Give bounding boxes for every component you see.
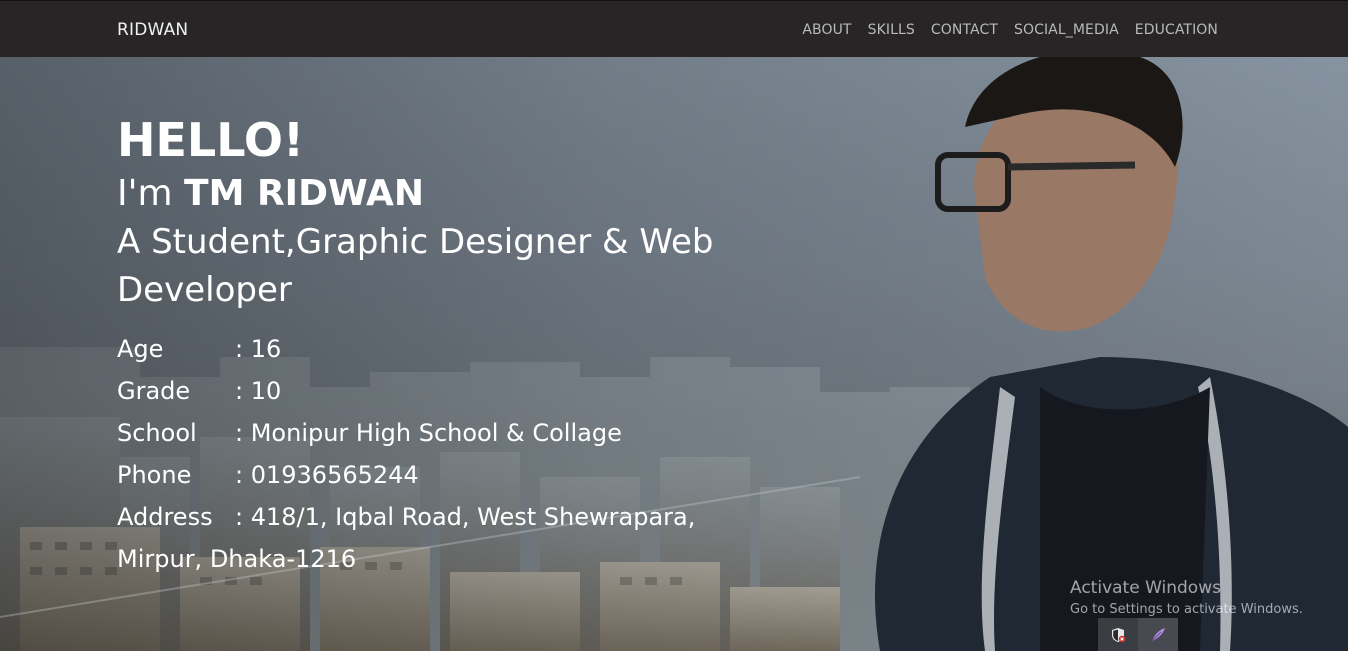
detail-row-grade: Grade : 10	[117, 370, 777, 412]
person-name: TM RIDWAN	[184, 173, 425, 214]
detail-value: : Monipur High School & Collage	[235, 419, 622, 447]
feather-pen-icon[interactable]	[1138, 618, 1178, 651]
detail-label: School	[117, 419, 197, 447]
details-list: Age : 16 Grade : 10 School : Monipur Hig…	[117, 328, 777, 580]
navbar: RIDWAN ABOUT SKILLS CONTACT SOCIAL_MEDIA…	[0, 0, 1348, 57]
nav-link-about[interactable]: ABOUT	[802, 22, 851, 38]
intro-line: I'm TM RIDWAN	[117, 172, 777, 216]
detail-label: Grade	[117, 377, 191, 405]
activate-windows-watermark: Activate Windows Go to Settings to activ…	[1070, 578, 1303, 617]
detail-label: Address	[117, 503, 213, 531]
detail-label: Age	[117, 335, 164, 363]
brand-link[interactable]: RIDWAN	[117, 20, 188, 40]
detail-row-address: Address : 418/1, Iqbal Road, West Shewra…	[117, 496, 777, 538]
detail-label: Phone	[117, 461, 192, 489]
taskbar-tray	[1098, 618, 1178, 651]
intro-prefix: I'm	[117, 173, 173, 214]
detail-row-school: School : Monipur High School & Collage	[117, 412, 777, 454]
nav-link-skills[interactable]: SKILLS	[868, 22, 915, 38]
nav-link-contact[interactable]: CONTACT	[931, 22, 998, 38]
greeting-heading: HELLO!	[117, 113, 304, 167]
detail-value: : 418/1, Iqbal Road, West Shewrapara,	[235, 503, 696, 531]
detail-value: : 10	[235, 377, 282, 405]
watermark-subtitle: Go to Settings to activate Windows.	[1070, 602, 1303, 617]
hero-section: HELLO! I'm TM RIDWAN A Student,Graphic D…	[0, 57, 1348, 651]
detail-row-age: Age : 16	[117, 328, 777, 370]
security-shield-icon[interactable]	[1098, 618, 1138, 651]
detail-row-phone: Phone : 01936565244	[117, 454, 777, 496]
role-heading: A Student,Graphic Designer & Web Develop…	[117, 222, 714, 310]
nav-links: ABOUT SKILLS CONTACT SOCIAL_MEDIA EDUCAT…	[802, 22, 1218, 38]
detail-value: : 16	[235, 335, 282, 363]
detail-value: : 01936565244	[235, 461, 419, 489]
address-continued: Mirpur, Dhaka-1216	[117, 545, 357, 573]
watermark-title: Activate Windows	[1070, 578, 1221, 598]
hero-text: HELLO! I'm TM RIDWAN A Student,Graphic D…	[117, 114, 777, 580]
nav-link-education[interactable]: EDUCATION	[1135, 22, 1218, 38]
nav-link-social-media[interactable]: SOCIAL_MEDIA	[1014, 22, 1119, 38]
